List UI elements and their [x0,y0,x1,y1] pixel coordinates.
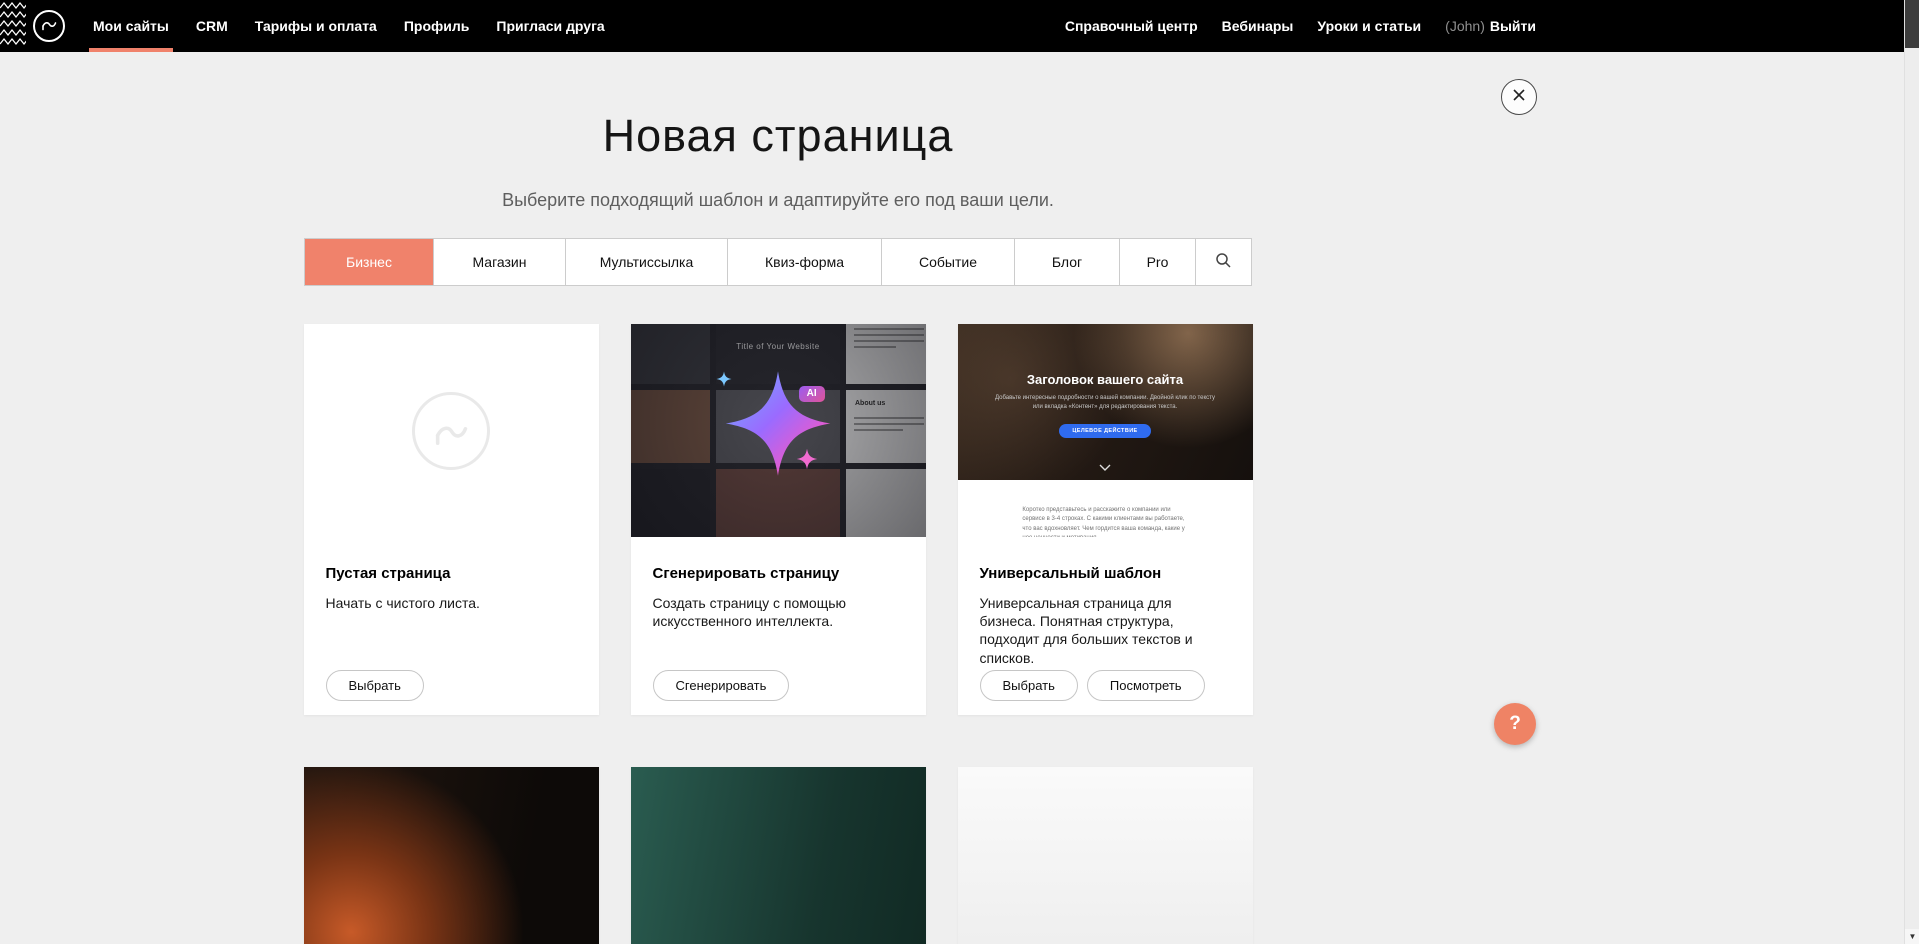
scrollbar-thumb[interactable] [1905,0,1919,48]
template-thumbnail [304,767,599,944]
top-navbar: Мои сайты CRM Тарифы и оплата Профиль Пр… [0,0,1919,52]
ai-collage: Title of Your Website About us [631,324,926,537]
close-icon [1512,88,1526,107]
logout-link[interactable]: Выйти [1490,18,1536,34]
card-actions: Сгенерировать [653,670,790,701]
template-cards-grid: Пустая страница Начать с чистого листа. … [304,324,1253,944]
navbar-secondary-menu: Справочный центр Вебинары Уроки и статьи… [1065,18,1536,34]
card-partial-template[interactable] [304,767,599,944]
card-body: Универсальный шаблон Универсальная стран… [958,537,1253,667]
nav-item-webinars[interactable]: Вебинары [1222,18,1294,34]
template-preview-hero: Заголовок вашего сайта Добавьте интересн… [958,324,1253,480]
close-button[interactable] [1501,79,1537,115]
preview-heading: Заголовок вашего сайта [958,324,1253,387]
choose-button[interactable]: Выбрать [980,670,1078,701]
card-blank-page-media [304,324,599,537]
card-actions: Выбрать Посмотреть [980,670,1205,701]
card-title: Пустая страница [326,565,577,582]
preview-cta-button: ЦЕЛЕВОЕ ДЕЙСТВИЕ [1059,424,1150,438]
nav-item-crm[interactable]: CRM [196,0,228,52]
generate-button[interactable]: Сгенерировать [653,670,790,701]
nav-item-account: (John) Выйти [1445,18,1536,34]
new-page-modal: Новая страница Выберите подходящий шабло… [0,52,1556,944]
tab-search[interactable] [1195,239,1251,285]
tab-blog[interactable]: Блог [1014,239,1119,285]
card-description: Универсальная страница для бизнеса. Поня… [980,594,1231,667]
search-icon [1215,252,1232,272]
card-body: Сгенерировать страницу Создать страницу … [631,537,926,630]
chevron-down-icon [1099,458,1111,476]
card-description: Начать с чистого листа. [326,594,577,612]
vertical-scrollbar[interactable]: ▼ [1904,0,1919,944]
tilda-logo-icon [40,15,58,38]
card-partial-template[interactable] [631,767,926,944]
template-thumbnail [631,767,926,944]
card-description: Создать страницу с помощью искусственног… [653,594,904,630]
view-button[interactable]: Посмотреть [1087,670,1205,701]
card-actions: Выбрать [326,670,424,701]
tab-pro[interactable]: Pro [1119,239,1195,285]
tab-quiz-form[interactable]: Квиз-форма [727,239,881,285]
question-mark-icon: ? [1509,713,1521,735]
card-partial-template[interactable] [958,767,1253,944]
ai-badge: AI [799,386,825,402]
tilda-logo[interactable] [33,10,65,42]
card-title: Универсальный шаблон [980,565,1231,582]
preview-paragraph: Коротко представьтесь и расскажите о ком… [1022,506,1187,537]
tab-event[interactable]: Событие [881,239,1014,285]
template-thumbnail [958,767,1253,944]
card-body: Пустая страница Начать с чистого листа. [304,537,599,612]
nav-item-profile[interactable]: Профиль [404,0,470,52]
navbar-inner: Мои сайты CRM Тарифы и оплата Профиль Пр… [0,0,1556,52]
tab-shop[interactable]: Магазин [433,239,565,285]
card-universal-template: Заголовок вашего сайта Добавьте интересн… [958,324,1253,715]
page-title: Новая страница [0,110,1556,162]
preview-subtext: Добавьте интересные подробности о вашей … [990,394,1220,413]
nav-item-billing[interactable]: Тарифы и оплата [255,0,377,52]
nav-item-help-center[interactable]: Справочный центр [1065,18,1198,34]
tab-business[interactable]: Бизнес [305,239,433,285]
help-button[interactable]: ? [1494,703,1536,745]
username-label: (John) [1445,18,1485,34]
scrollbar-down-arrow[interactable]: ▼ [1905,929,1919,944]
template-preview-body: Коротко представьтесь и расскажите о ком… [958,480,1253,537]
card-ai-generate-media: Title of Your Website About us [631,324,926,537]
navbar-main-menu: Мои сайты CRM Тарифы и оплата Профиль Пр… [93,0,605,52]
tab-multilink[interactable]: Мультиссылка [565,239,727,285]
page-subtitle: Выберите подходящий шаблон и адаптируйте… [0,190,1556,211]
card-ai-generate: Title of Your Website About us [631,324,926,715]
card-universal-template-media: Заголовок вашего сайта Добавьте интересн… [958,324,1253,537]
card-blank-page: Пустая страница Начать с чистого листа. … [304,324,599,715]
template-category-tabs: Бизнес Магазин Мультиссылка Квиз-форма С… [304,238,1252,286]
choose-button[interactable]: Выбрать [326,670,424,701]
nav-item-my-sites[interactable]: Мои сайты [93,0,169,52]
nav-item-lessons[interactable]: Уроки и статьи [1317,18,1421,34]
zigzag-pattern-decoration [0,0,26,52]
small-sparkle-icon [716,371,732,392]
card-title: Сгенерировать страницу [653,565,904,582]
tilda-watermark-icon [412,392,490,470]
small-sparkle-icon [796,448,818,475]
nav-item-invite-friend[interactable]: Пригласи друга [496,0,604,52]
